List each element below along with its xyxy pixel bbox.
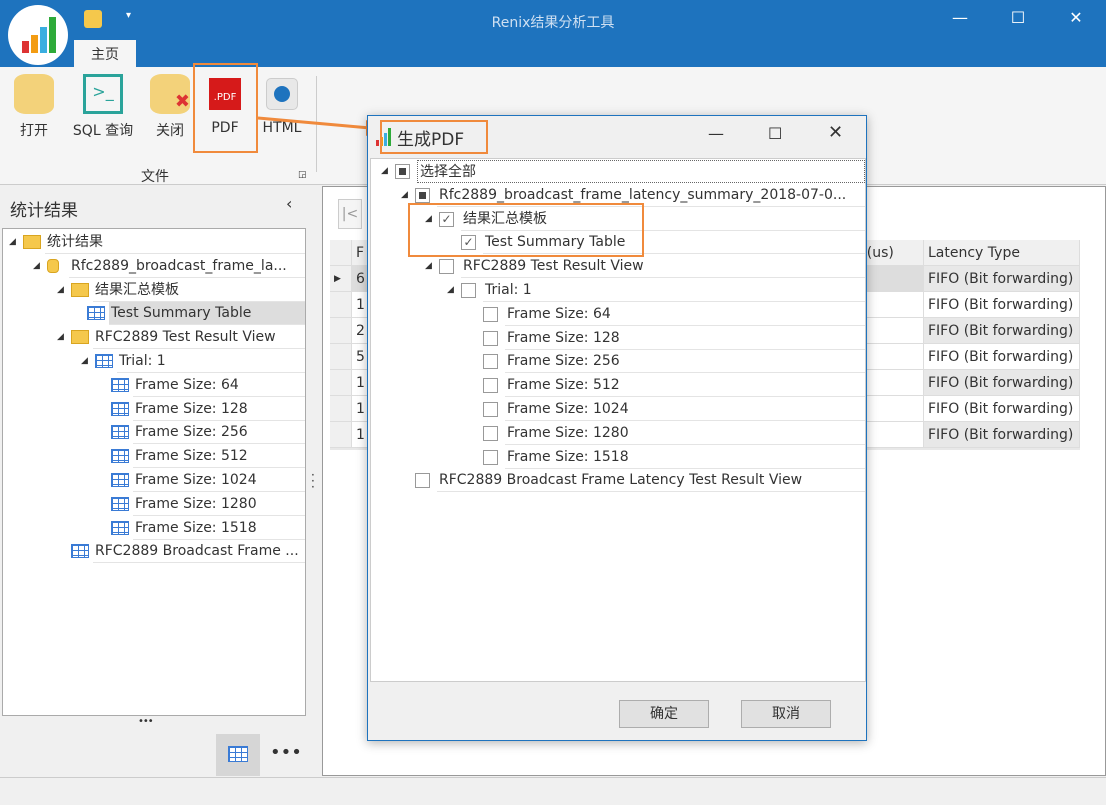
dialog-maximize-button[interactable]: ☐: [768, 124, 782, 143]
checkbox[interactable]: [483, 402, 498, 417]
ok-button[interactable]: 确定: [619, 700, 709, 728]
checkbox[interactable]: [483, 306, 498, 322]
tree-item[interactable]: Frame Size: 256: [505, 350, 865, 374]
dialog-close-button[interactable]: ✕: [828, 122, 843, 143]
expand-icon[interactable]: ◢: [447, 279, 454, 302]
checkbox[interactable]: [395, 164, 410, 179]
tree-item[interactable]: Frame Size: 512: [505, 374, 865, 398]
dialog-minimize-button[interactable]: —: [708, 124, 724, 143]
title-highlight: [380, 120, 488, 154]
cancel-button[interactable]: 取消: [741, 700, 831, 728]
tree-item[interactable]: Trial: 1: [483, 279, 865, 302]
tree-item[interactable]: Frame Size: 1518: [505, 446, 865, 469]
expand-icon[interactable]: ◢: [425, 255, 432, 278]
checkbox[interactable]: [483, 378, 498, 394]
tree-item[interactable]: Frame Size: 1024: [505, 398, 865, 421]
expand-icon[interactable]: ◢: [401, 184, 408, 207]
tree-item[interactable]: Frame Size: 128: [505, 327, 865, 350]
selection-highlight: [408, 203, 644, 257]
checkbox[interactable]: [439, 259, 454, 275]
tree-item[interactable]: RFC2889 Broadcast Frame Latency Test Res…: [437, 469, 865, 493]
tree-item[interactable]: 选择全部: [417, 160, 865, 183]
checkbox[interactable]: [483, 425, 498, 441]
tree-item[interactable]: Frame Size: 64: [505, 303, 865, 326]
tree-item[interactable]: Frame Size: 1280: [505, 422, 865, 445]
generate-pdf-dialog: 生成PDF — ☐ ✕ ◢ 选择全部 ◢ Rfc2889_broadcast_fram…: [367, 115, 867, 741]
checkbox[interactable]: [415, 473, 430, 489]
checkbox[interactable]: [483, 449, 498, 465]
expand-icon[interactable]: ◢: [381, 160, 388, 183]
checkbox[interactable]: [483, 330, 498, 346]
checkbox[interactable]: [461, 283, 476, 298]
tree-item[interactable]: RFC2889 Test Result View: [461, 255, 865, 279]
checkbox[interactable]: [415, 187, 430, 203]
checkbox[interactable]: [483, 354, 498, 370]
